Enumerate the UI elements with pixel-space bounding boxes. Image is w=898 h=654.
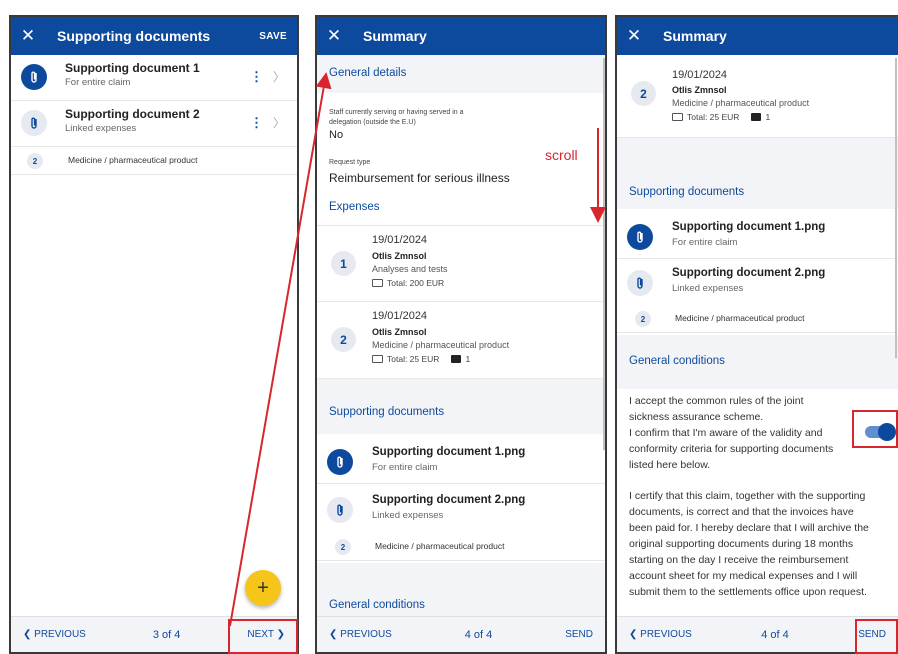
next-to-summary-arrow	[229, 72, 332, 627]
highlight-toggle	[852, 410, 898, 448]
highlight-send-button	[855, 619, 898, 654]
annotation-arrows	[229, 72, 606, 627]
highlight-next-button	[228, 619, 298, 654]
